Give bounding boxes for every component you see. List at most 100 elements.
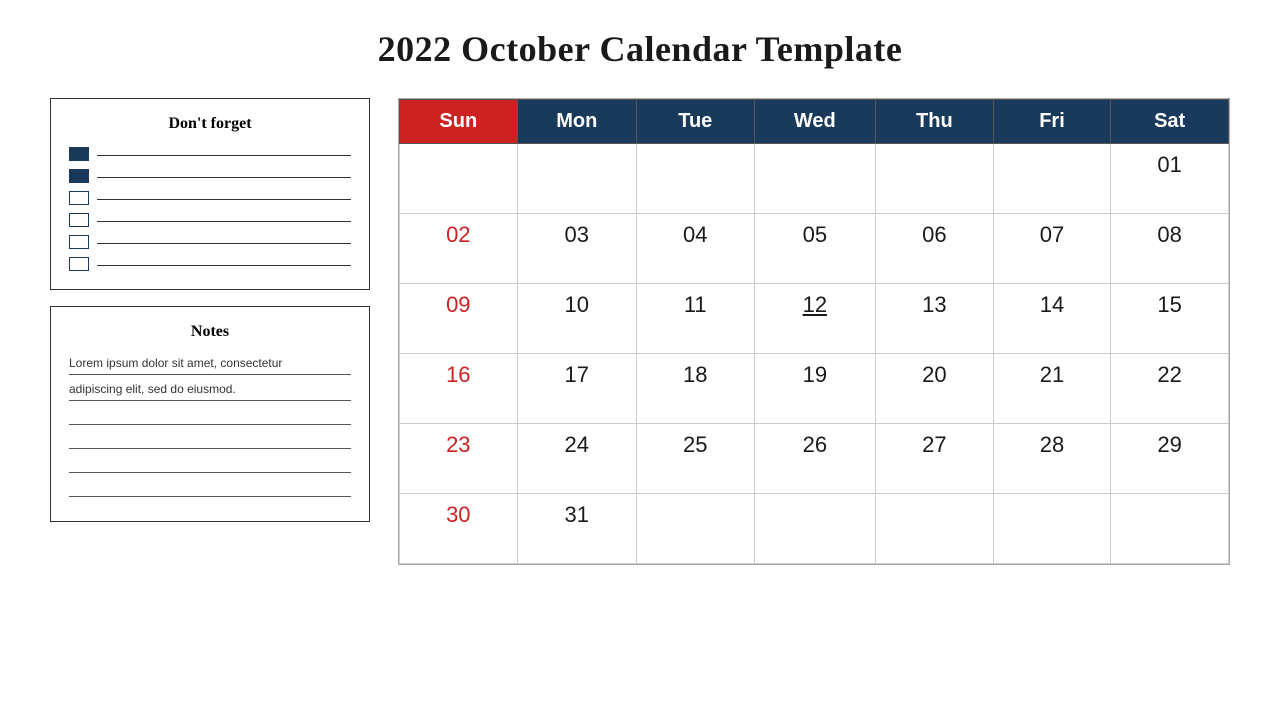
- header-sat: Sat: [1111, 100, 1229, 144]
- calendar-day-cell[interactable]: 26: [754, 424, 876, 494]
- calendar-day-cell[interactable]: [636, 494, 754, 564]
- calendar-day-cell[interactable]: 15: [1111, 284, 1229, 354]
- header-mon: Mon: [517, 100, 636, 144]
- checkbox-empty[interactable]: [69, 257, 89, 271]
- calendar-day-cell[interactable]: 13: [876, 284, 994, 354]
- checkbox-empty[interactable]: [69, 191, 89, 205]
- dont-forget-title: Don't forget: [69, 115, 351, 133]
- calendar-day-cell[interactable]: 20: [876, 354, 994, 424]
- calendar-day-cell[interactable]: 21: [993, 354, 1111, 424]
- calendar-day-cell[interactable]: 31: [517, 494, 636, 564]
- header-sun: Sun: [400, 100, 518, 144]
- calendar-table: Sun Mon Tue Wed Thu Fri Sat 01 02 03 04 05 06…: [399, 99, 1229, 564]
- date-number: 06: [884, 222, 985, 248]
- calendar-day-cell[interactable]: 07: [993, 214, 1111, 284]
- date-number: 05: [763, 222, 868, 248]
- calendar-day-cell[interactable]: 10: [517, 284, 636, 354]
- date-number: 24: [526, 432, 628, 458]
- calendar-day-cell[interactable]: 06: [876, 214, 994, 284]
- check-line: [97, 221, 351, 222]
- date-number: 04: [645, 222, 746, 248]
- calendar-day-cell[interactable]: 27: [876, 424, 994, 494]
- calendar-day-cell[interactable]: 28: [993, 424, 1111, 494]
- date-number: 20: [884, 362, 985, 388]
- calendar-day-cell[interactable]: 11: [636, 284, 754, 354]
- date-number: 12: [763, 292, 868, 318]
- calendar-day-cell[interactable]: 19: [754, 354, 876, 424]
- calendar-day-cell[interactable]: 25: [636, 424, 754, 494]
- date-number: 13: [884, 292, 985, 318]
- date-number: 16: [408, 362, 509, 388]
- header-wed: Wed: [754, 100, 876, 144]
- calendar-day-cell[interactable]: 29: [1111, 424, 1229, 494]
- note-line-empty[interactable]: [69, 407, 351, 425]
- calendar-day-cell[interactable]: 09: [400, 284, 518, 354]
- calendar-day-cell[interactable]: 17: [517, 354, 636, 424]
- check-line: [97, 155, 351, 156]
- header-fri: Fri: [993, 100, 1111, 144]
- calendar-day-cell[interactable]: [993, 494, 1111, 564]
- note-line-empty[interactable]: [69, 431, 351, 449]
- calendar-day-cell[interactable]: 03: [517, 214, 636, 284]
- date-number: 23: [408, 432, 509, 458]
- calendar-day-cell[interactable]: 02: [400, 214, 518, 284]
- calendar-day-cell[interactable]: 12: [754, 284, 876, 354]
- checklist-item: [69, 147, 351, 161]
- calendar-day-cell[interactable]: 05: [754, 214, 876, 284]
- calendar-day-cell[interactable]: 23: [400, 424, 518, 494]
- calendar-day-cell[interactable]: 01: [1111, 144, 1229, 214]
- checkbox-empty[interactable]: [69, 235, 89, 249]
- calendar-day-cell[interactable]: [993, 144, 1111, 214]
- date-number: 11: [645, 292, 746, 318]
- calendar-day-cell[interactable]: 14: [993, 284, 1111, 354]
- calendar-week-row: 01: [400, 144, 1229, 214]
- calendar-header-row: Sun Mon Tue Wed Thu Fri Sat: [400, 100, 1229, 144]
- calendar-week-row: 30 31: [400, 494, 1229, 564]
- calendar-day-cell[interactable]: 22: [1111, 354, 1229, 424]
- date-number: 29: [1119, 432, 1220, 458]
- calendar: Sun Mon Tue Wed Thu Fri Sat 01 02 03 04 05 06…: [398, 98, 1230, 565]
- calendar-day-cell[interactable]: 08: [1111, 214, 1229, 284]
- calendar-week-row: 0910 11 12 13 14 15: [400, 284, 1229, 354]
- calendar-day-cell[interactable]: 16: [400, 354, 518, 424]
- checklist-item: [69, 235, 351, 249]
- date-number: 31: [526, 502, 628, 528]
- date-number: 22: [1119, 362, 1220, 388]
- check-line: [97, 177, 351, 178]
- checkbox-filled[interactable]: [69, 169, 89, 183]
- calendar-day-cell[interactable]: [517, 144, 636, 214]
- calendar-day-cell[interactable]: [1111, 494, 1229, 564]
- calendar-day-cell[interactable]: [876, 144, 994, 214]
- calendar-day-cell[interactable]: 04: [636, 214, 754, 284]
- note-line[interactable]: Lorem ipsum dolor sit amet, consectetur: [69, 355, 351, 375]
- calendar-day-cell[interactable]: 18: [636, 354, 754, 424]
- calendar-day-cell[interactable]: 24: [517, 424, 636, 494]
- date-number: 02: [408, 222, 509, 248]
- left-panel: Don't forget: [50, 98, 370, 522]
- page-title: 2022 October Calendar Template: [378, 28, 903, 70]
- calendar-day-cell[interactable]: [754, 144, 876, 214]
- main-content: Don't forget: [50, 98, 1230, 565]
- checkbox-empty[interactable]: [69, 213, 89, 227]
- header-tue: Tue: [636, 100, 754, 144]
- calendar-day-cell[interactable]: [754, 494, 876, 564]
- date-number: 07: [1002, 222, 1103, 248]
- note-line-empty[interactable]: [69, 479, 351, 497]
- calendar-day-cell[interactable]: 30: [400, 494, 518, 564]
- date-number: 19: [763, 362, 868, 388]
- check-line: [97, 199, 351, 200]
- date-number: 30: [408, 502, 509, 528]
- note-line-empty[interactable]: [69, 455, 351, 473]
- date-number: 03: [526, 222, 628, 248]
- date-number: 14: [1002, 292, 1103, 318]
- dont-forget-box: Don't forget: [50, 98, 370, 290]
- checklist-item: [69, 191, 351, 205]
- check-line: [97, 243, 351, 244]
- date-number: 15: [1119, 292, 1220, 318]
- calendar-day-cell[interactable]: [400, 144, 518, 214]
- calendar-day-cell[interactable]: [636, 144, 754, 214]
- date-number: 25: [645, 432, 746, 458]
- calendar-day-cell[interactable]: [876, 494, 994, 564]
- checkbox-filled[interactable]: [69, 147, 89, 161]
- note-line[interactable]: adipiscing elit, sed do eiusmod.: [69, 381, 351, 401]
